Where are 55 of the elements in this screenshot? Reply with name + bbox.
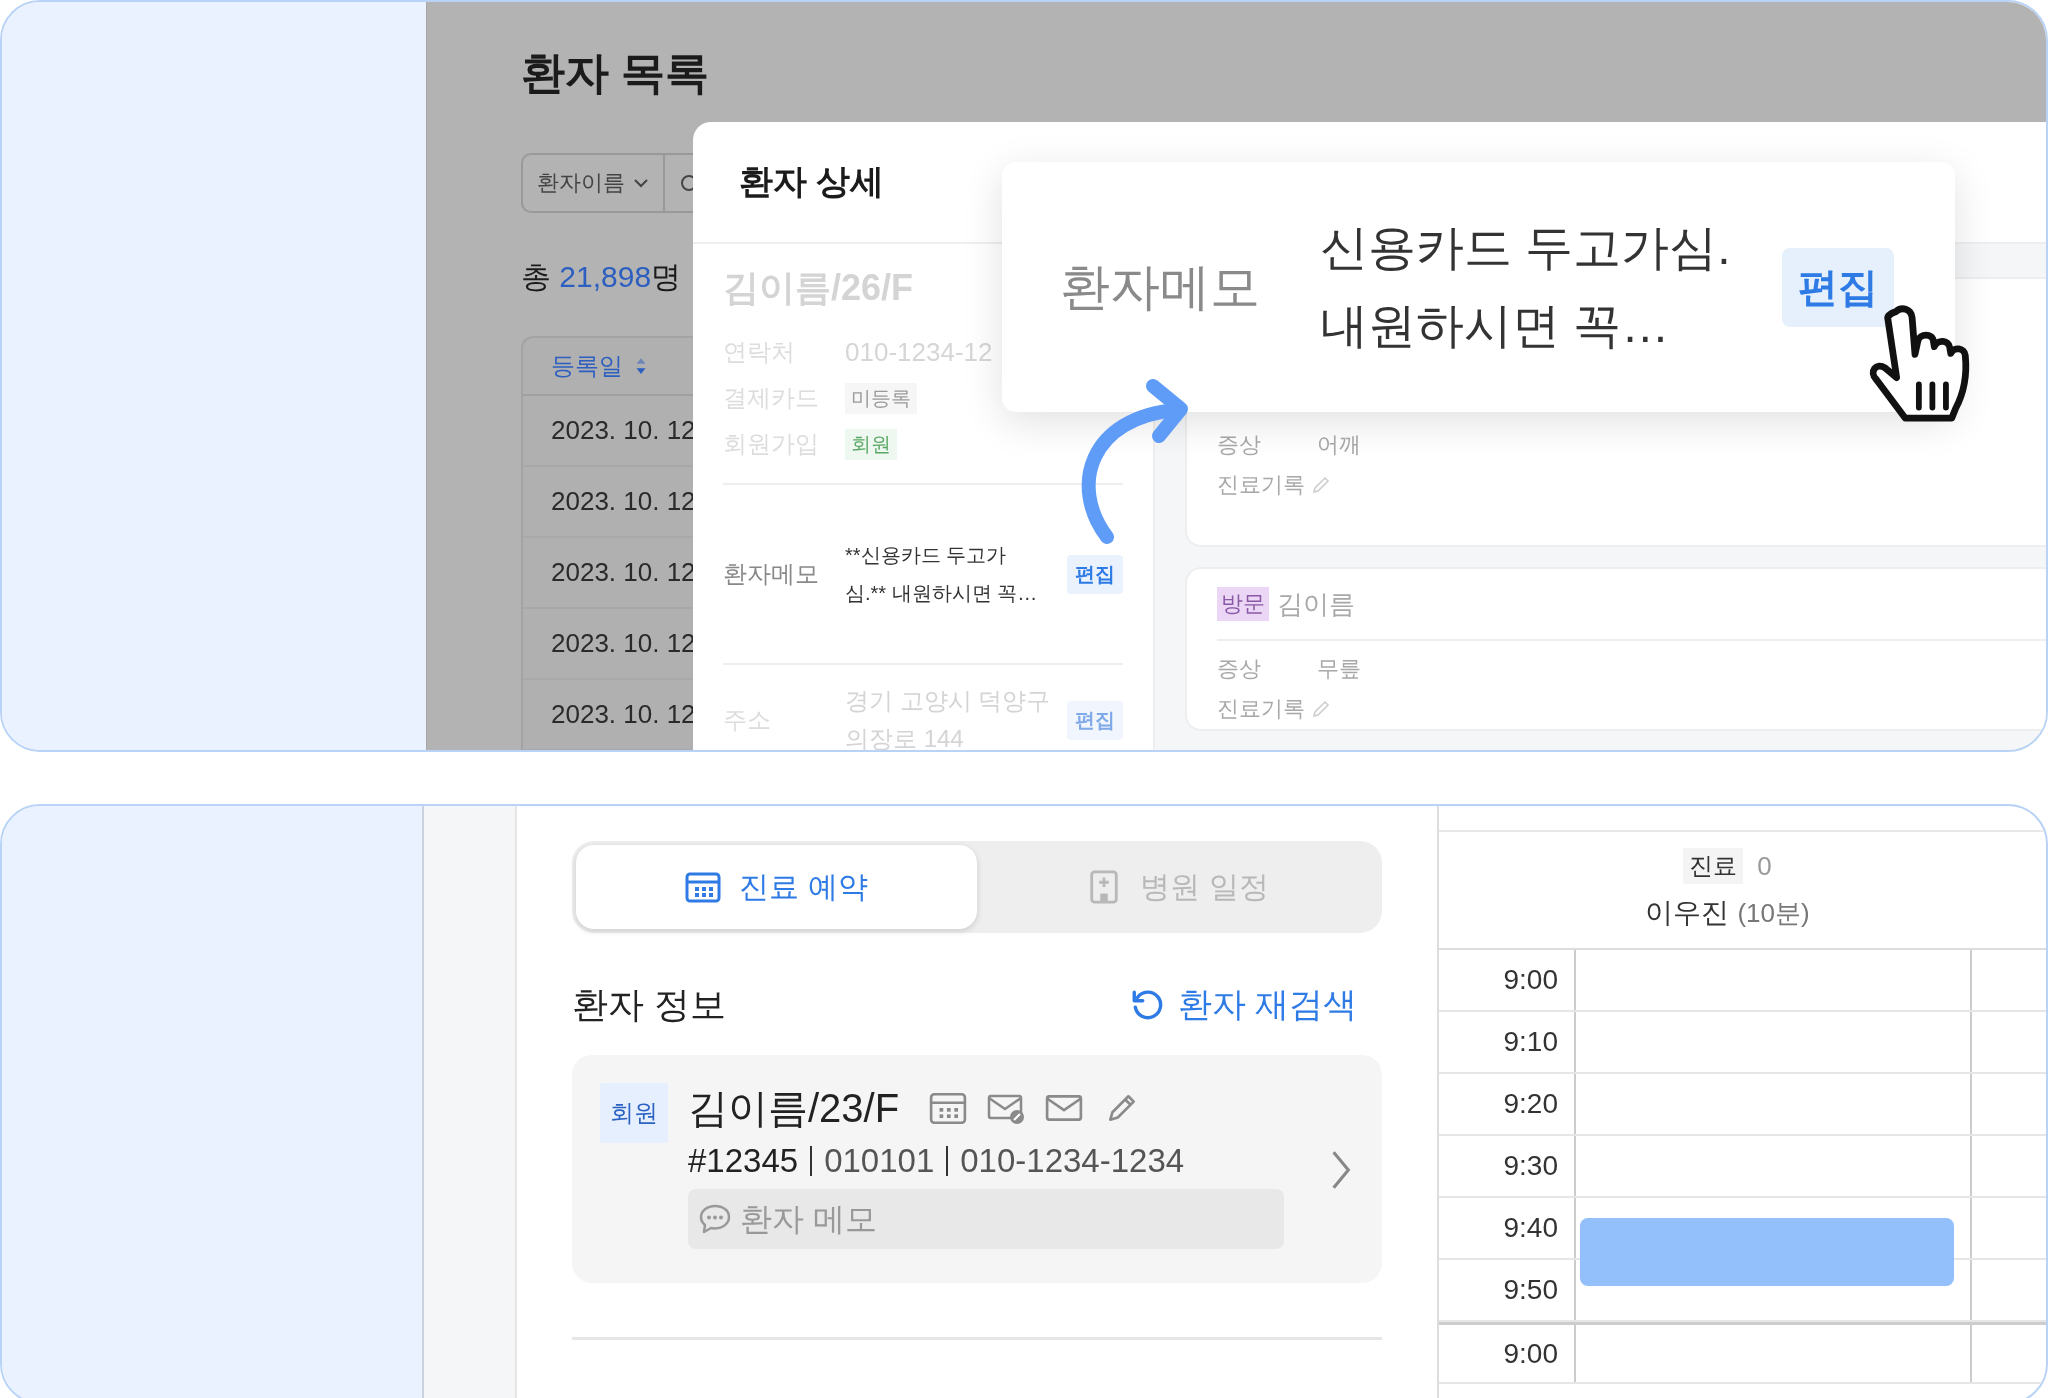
time-label: 9:50 [1503,1274,1558,1306]
time-label: 9:30 [1503,1150,1558,1182]
patient-card[interactable]: 회원 김이름/23/F #12345 010101 010-1234-1234 환자 메모 [572,1055,1382,1283]
field-label: 환자메모 [723,559,820,589]
patient-name: 김이름/23/F [688,1084,900,1132]
time-label: 9:10 [1503,1026,1558,1058]
filter-dropdown[interactable]: 환자이름 [523,155,665,211]
memo-label: 환자메모 [1060,257,1261,317]
calendar-icon [685,870,722,904]
visit-tag: 방문 [1217,587,1269,621]
field-value: 어깨 [1317,431,1361,459]
table-cell: 2023. 10. 12 [551,415,696,446]
doctor-name: 이우진 [1645,896,1730,930]
patient-id: 010101 [810,1146,935,1176]
calendar-icon[interactable] [929,1091,968,1125]
time-label: 9:00 [1503,964,1558,996]
status-tag: 미등록 [845,382,917,414]
time-label: 9:20 [1503,1088,1558,1120]
total-count: 총 21,898명 [521,259,682,295]
column-header[interactable]: 등록일 [551,350,623,382]
chevron-down-icon [633,178,649,188]
category-tag: 진료 [1683,848,1744,884]
chat-bubble-icon [698,1203,732,1235]
patient-id: 010-1234-1234 [946,1146,1185,1176]
appointment-count: 0 [1757,850,1772,882]
memo-text: **신용카드 두고가 심.** 내원하시면 꼭… [845,543,1039,606]
section-title: 환자 정보 [572,982,726,1027]
tab[interactable]: 진료 예약 [576,845,977,929]
member-badge: 회원 [600,1083,668,1143]
pencil-icon[interactable] [1311,475,1331,495]
table-cell: 2023. 10. 12 [551,699,696,730]
edit-button[interactable]: 편집 [1067,700,1123,740]
sort-icon[interactable] [635,357,647,375]
field-label: 진료기록 [1217,471,1306,499]
field-label: 진료기록 [1217,695,1306,723]
field-label: 증상 [1217,655,1262,683]
edit-button[interactable]: 편집 [1782,247,1894,327]
status-tag: 회원 [845,428,897,460]
slot-duration: (10분) [1737,896,1810,930]
edit-button[interactable]: 편집 [1067,554,1123,594]
field-label: 증상 [1217,431,1262,459]
patient-id: #12345 [688,1142,799,1180]
table-cell: 2023. 10. 12 [551,486,696,517]
research-link[interactable]: 환자 재검색 [1129,982,1357,1028]
table-cell: 2023. 10. 12 [551,557,696,588]
table-cell: 2023. 10. 12 [551,628,696,659]
chevron-right-icon[interactable] [1330,1149,1352,1191]
visit-name: 김이름 [1277,587,1355,621]
memo-text: 신용카드 두고가심. 내원하시면 꼭… [1320,220,1731,354]
pencil-icon[interactable] [1311,699,1331,719]
time-label: 9:40 [1503,1212,1558,1244]
field-value: 무릎 [1317,655,1361,683]
memo-field[interactable]: 환자 메모 [688,1189,1284,1249]
page-title: 환자 목록 [521,47,711,99]
time-label: 9:00 [1503,1337,1558,1370]
